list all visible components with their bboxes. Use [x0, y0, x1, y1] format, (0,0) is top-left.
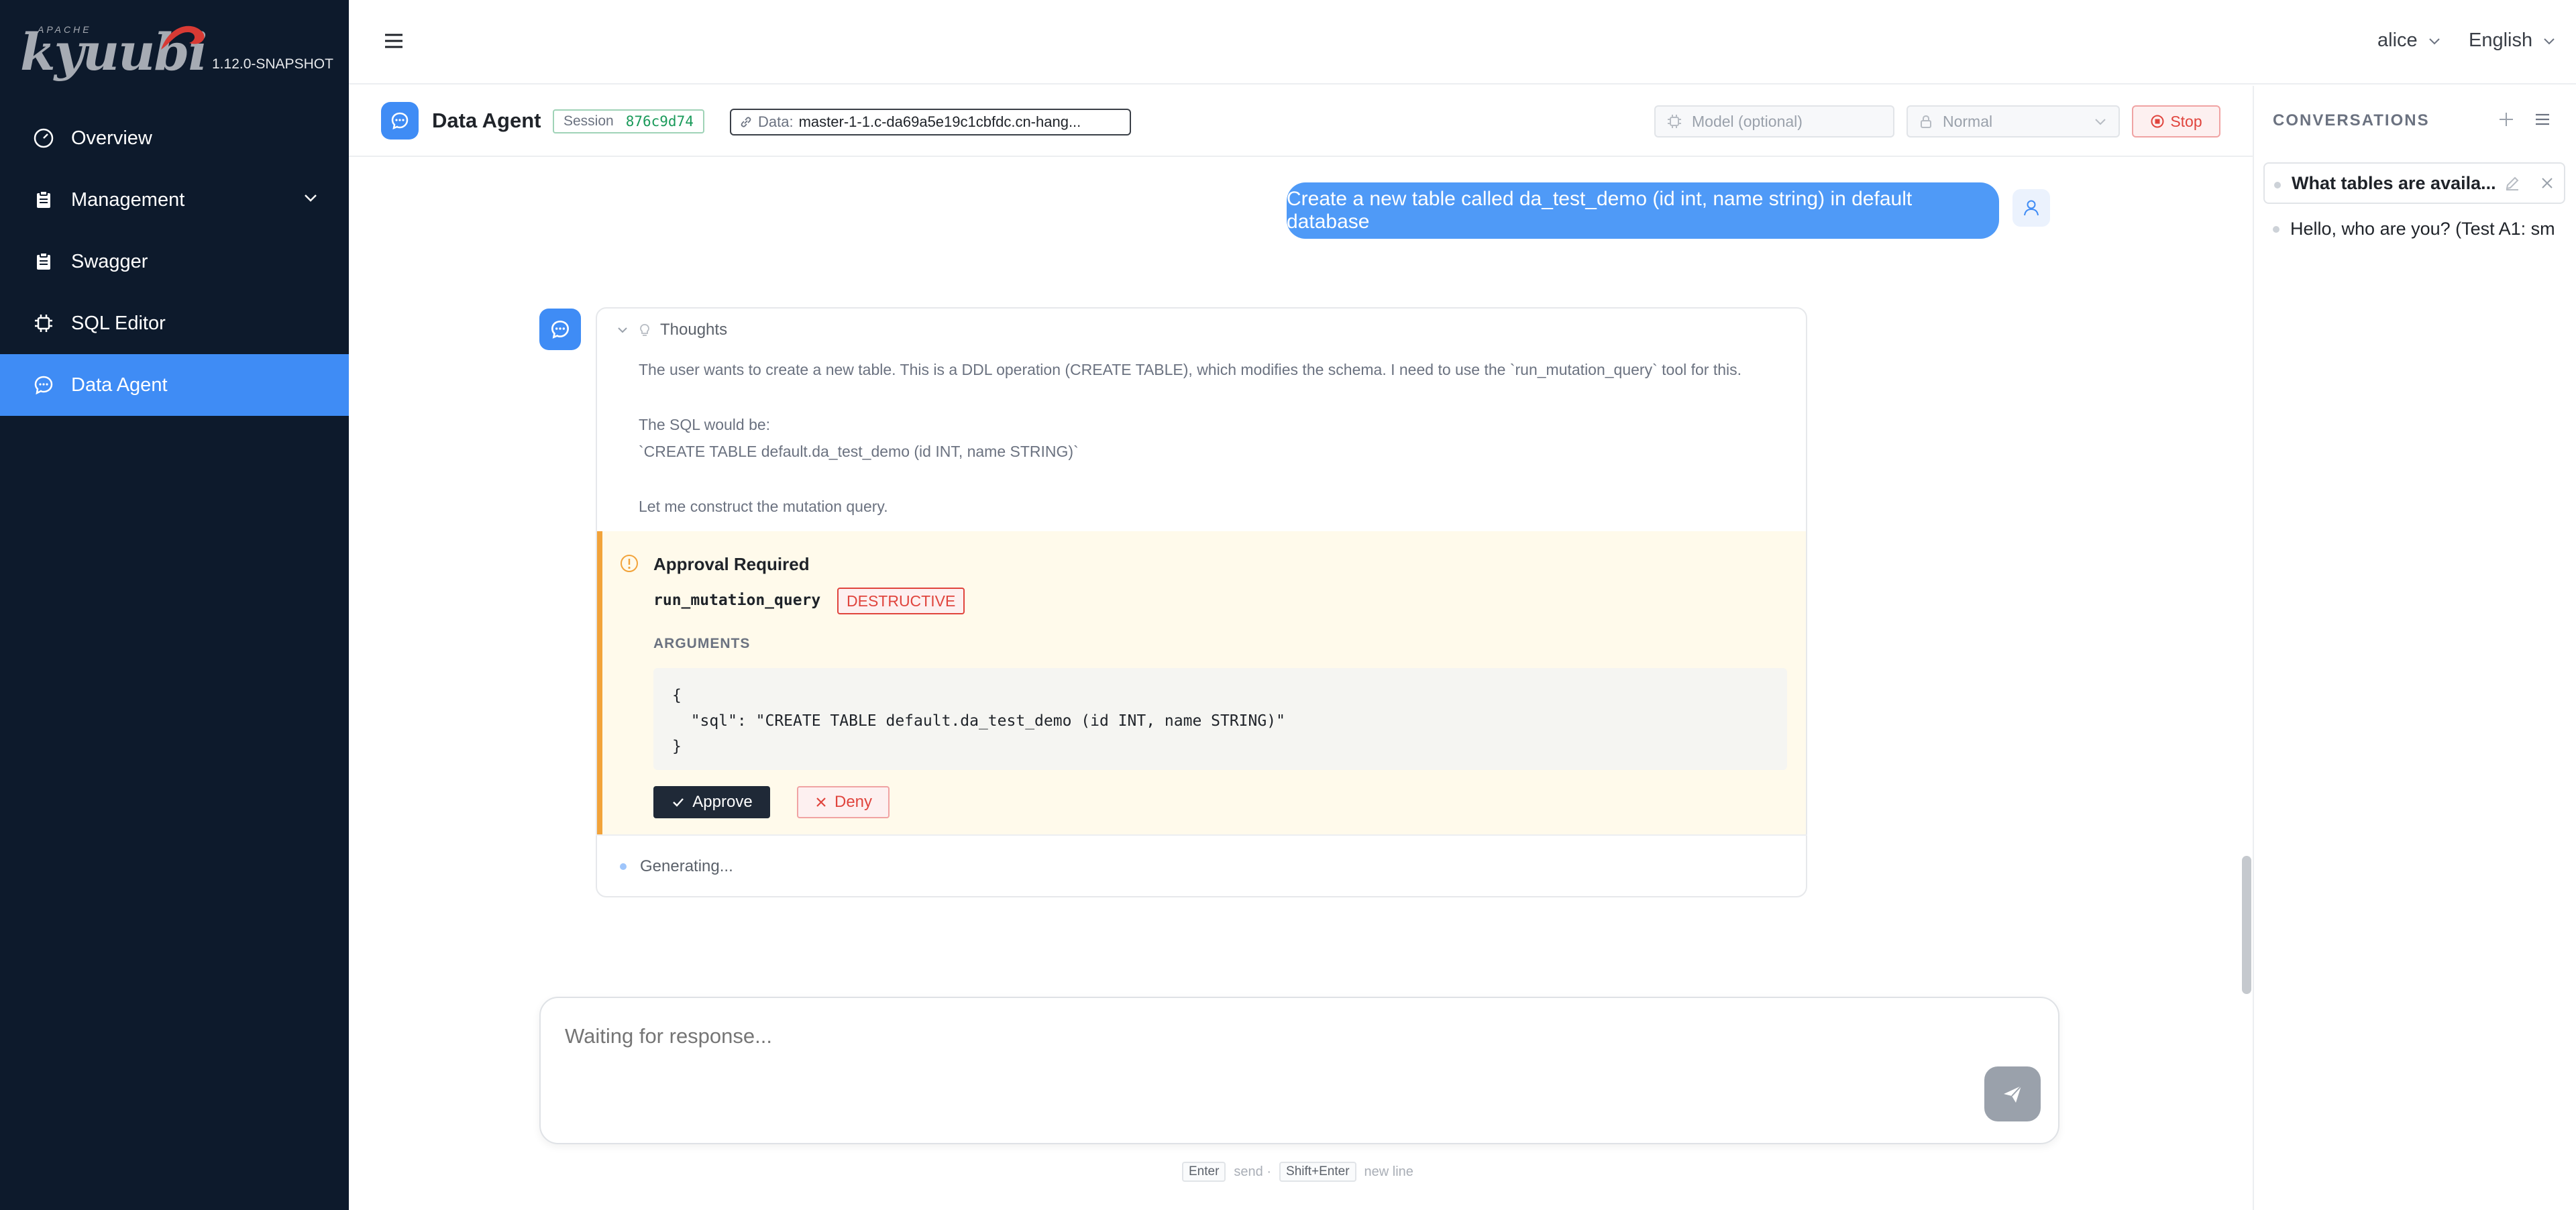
- user-icon: [2024, 200, 2039, 216]
- sidebar-item-label: Swagger: [71, 250, 148, 272]
- sidebar-item-swagger[interactable]: Swagger: [0, 231, 349, 292]
- conversations-title: CONVERSATIONS: [2273, 111, 2430, 129]
- session-id: 876c9d74: [625, 113, 694, 129]
- chat-icon: [551, 320, 570, 339]
- status-dot: [620, 863, 627, 870]
- arguments-code: { "sql": "CREATE TABLE default.da_test_d…: [653, 668, 1787, 770]
- user-name: alice: [2377, 30, 2418, 51]
- mode-value: Normal: [1943, 112, 1993, 130]
- conversation-item[interactable]: Hello, who are you? (Test A1: sm: [2263, 208, 2565, 250]
- status-dot: [2274, 182, 2281, 188]
- shift-enter-key: Shift+Enter: [1279, 1162, 1356, 1182]
- close-icon[interactable]: [2538, 174, 2556, 192]
- conversation-label: Hello, who are you? (Test A1: sm: [2290, 218, 2555, 239]
- thought-text: The SQL would be:: [639, 416, 771, 433]
- session-label: Session: [564, 113, 614, 129]
- approve-button[interactable]: Approve: [653, 786, 770, 818]
- thought-text: The user wants to create a new table. Th…: [639, 361, 1742, 378]
- user-avatar: [2012, 189, 2050, 227]
- sidebar-item-label: Overview: [71, 127, 152, 149]
- chip-icon: [1668, 115, 1681, 128]
- sidebar-item-label: Management: [71, 188, 185, 211]
- arguments-label: ARGUMENTS: [653, 636, 751, 651]
- thoughts-toggle[interactable]: Thoughts: [616, 321, 727, 339]
- status-dot: [2273, 226, 2279, 233]
- agent-avatar: [539, 309, 581, 350]
- chat-scrollbar[interactable]: [2242, 856, 2251, 994]
- mode-select[interactable]: Normal: [1907, 105, 2120, 138]
- stop-label: Stop: [2170, 112, 2202, 130]
- session-badge: Session 876c9d74: [553, 109, 704, 133]
- model-placeholder: Model (optional): [1692, 112, 1803, 130]
- lock-icon: [1921, 115, 1931, 128]
- conversations-panel: [2253, 86, 2576, 1210]
- close-icon: [816, 798, 826, 807]
- edit-icon[interactable]: [2504, 174, 2521, 192]
- message-composer: [539, 997, 2059, 1144]
- thoughts-label: Thoughts: [660, 321, 728, 339]
- destructive-tag: DESTRUCTIVE: [837, 588, 965, 614]
- warning-icon: [619, 553, 640, 574]
- language-menu[interactable]: English: [2469, 30, 2557, 52]
- clipboard-icon: [32, 188, 55, 211]
- model-select[interactable]: Model (optional): [1654, 105, 1894, 138]
- conversation-item[interactable]: What tables are availa...: [2263, 162, 2565, 204]
- version-label: 1.12.0-SNAPSHOT: [212, 56, 333, 72]
- chat-icon: [391, 112, 409, 130]
- message-input[interactable]: [564, 1024, 1905, 1049]
- agent-avatar: [381, 102, 419, 140]
- deny-label: Deny: [834, 793, 873, 811]
- approve-label: Approve: [692, 793, 753, 811]
- sidebar-item-sql-editor[interactable]: SQL Editor: [0, 292, 349, 354]
- status-text: Generating...: [640, 857, 733, 875]
- data-source-badge[interactable]: Data: master-1-1.c-da69a5e19c1cbfdc.cn-h…: [730, 109, 1131, 135]
- list-icon[interactable]: [2533, 110, 2552, 129]
- conversation-label: What tables are availa...: [2292, 172, 2496, 193]
- top-header: [349, 0, 2576, 85]
- send-icon: [2004, 1085, 2022, 1103]
- hint-text: send ·: [1234, 1164, 1272, 1179]
- check-icon: [673, 798, 684, 807]
- sidebar-item-label: Data Agent: [71, 374, 168, 396]
- stop-icon: [2151, 115, 2164, 128]
- deny-button[interactable]: Deny: [797, 786, 890, 818]
- hint-text: new line: [1364, 1164, 1413, 1179]
- generating-status: Generating...: [596, 834, 1807, 897]
- clipboard-icon: [32, 250, 55, 273]
- chevron-down-icon: [302, 189, 319, 212]
- approval-title: Approval Required: [653, 554, 810, 574]
- data-label: Data:: [758, 113, 794, 130]
- logo-swoosh-icon: [161, 25, 205, 50]
- sidebar-item-data-agent[interactable]: Data Agent: [0, 354, 349, 416]
- keyboard-hint: Enter send · Shift+Enter new line: [1182, 1162, 1413, 1182]
- chevron-down-icon: [2428, 38, 2440, 44]
- thought-text: `CREATE TABLE default.da_test_demo (id I…: [639, 443, 1079, 460]
- lightbulb-icon: [640, 324, 649, 336]
- chevron-down-icon: [618, 327, 627, 333]
- chevron-down-icon: [2544, 38, 2555, 44]
- plus-icon[interactable]: [2497, 110, 2516, 129]
- chat-icon: [32, 374, 55, 396]
- tool-name: run_mutation_query: [653, 592, 821, 609]
- dashboard-icon: [32, 127, 55, 150]
- user-menu[interactable]: alice: [2377, 30, 2442, 52]
- menu-toggle-icon[interactable]: [382, 30, 405, 52]
- data-value: master-1-1.c-da69a5e19c1cbfdc.cn-hang...: [798, 113, 1081, 130]
- send-button[interactable]: [1984, 1066, 2041, 1121]
- enter-key: Enter: [1182, 1162, 1226, 1182]
- chevron-down-icon: [2095, 119, 2106, 125]
- link-icon: [741, 117, 751, 127]
- thought-text: Let me construct the mutation query.: [639, 498, 888, 515]
- stop-button[interactable]: Stop: [2132, 105, 2220, 138]
- sidebar: APACHE kyuubi 1.12.0-SNAPSHOT Overview M…: [0, 0, 349, 1210]
- user-message-bubble: Create a new table called da_test_demo (…: [1287, 182, 1999, 239]
- chip-icon: [32, 312, 55, 335]
- sidebar-item-overview[interactable]: Overview: [0, 107, 349, 169]
- language-label: English: [2469, 30, 2533, 51]
- sidebar-item-label: SQL Editor: [71, 312, 166, 334]
- sidebar-item-management[interactable]: Management: [0, 169, 349, 231]
- agent-title: Data Agent: [432, 109, 541, 132]
